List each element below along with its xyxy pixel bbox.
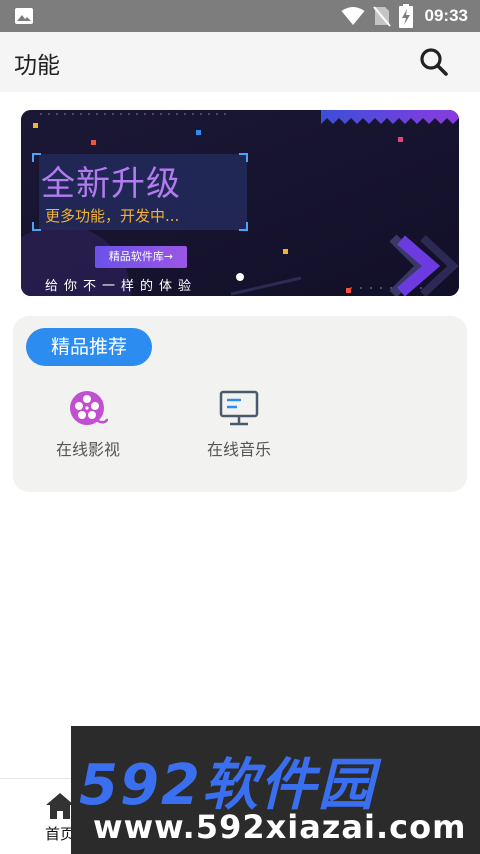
page-title: 功能 [14, 53, 60, 79]
banner-software-library-button[interactable]: 精品软件库→ [95, 246, 187, 268]
app-bar: 功能 [0, 32, 480, 92]
status-time: 09:33 [424, 6, 468, 25]
banner-subtitle: 更多功能，开发中... [45, 207, 180, 225]
app-screen: 09:33 功能 全新升级 更多功能，开发中... 精品软件库→ 给你不一样的体… [0, 0, 480, 854]
watermark-url: www.592xiazai.com [93, 808, 467, 846]
image-notification-icon [15, 8, 33, 24]
promo-banner[interactable]: 全新升级 更多功能，开发中... 精品软件库→ 给你不一样的体验 [21, 110, 459, 296]
recommend-card: 精品推荐 在线影视 在线音乐 [13, 316, 467, 492]
film-reel-icon [70, 391, 108, 425]
status-bar: 09:33 [0, 0, 480, 32]
search-icon[interactable] [418, 46, 450, 78]
site-watermark: 592软件园 www.592xiazai.com [71, 726, 480, 854]
online-music-label: 在线音乐 [206, 440, 271, 459]
banner-slogan: 给你不一样的体验 [45, 279, 198, 294]
recommend-tag: 精品推荐 [26, 328, 152, 366]
wifi-icon [341, 7, 365, 25]
online-music-item[interactable]: 在线音乐 [189, 388, 289, 460]
online-video-label: 在线影视 [55, 440, 120, 459]
online-video-item[interactable]: 在线影视 [38, 388, 138, 460]
carousel-indicator-dot[interactable] [236, 273, 244, 281]
no-sim-icon [372, 6, 391, 27]
monitor-icon [219, 390, 259, 426]
battery-charging-icon [398, 4, 413, 28]
banner-title: 全新升级 [41, 164, 181, 204]
